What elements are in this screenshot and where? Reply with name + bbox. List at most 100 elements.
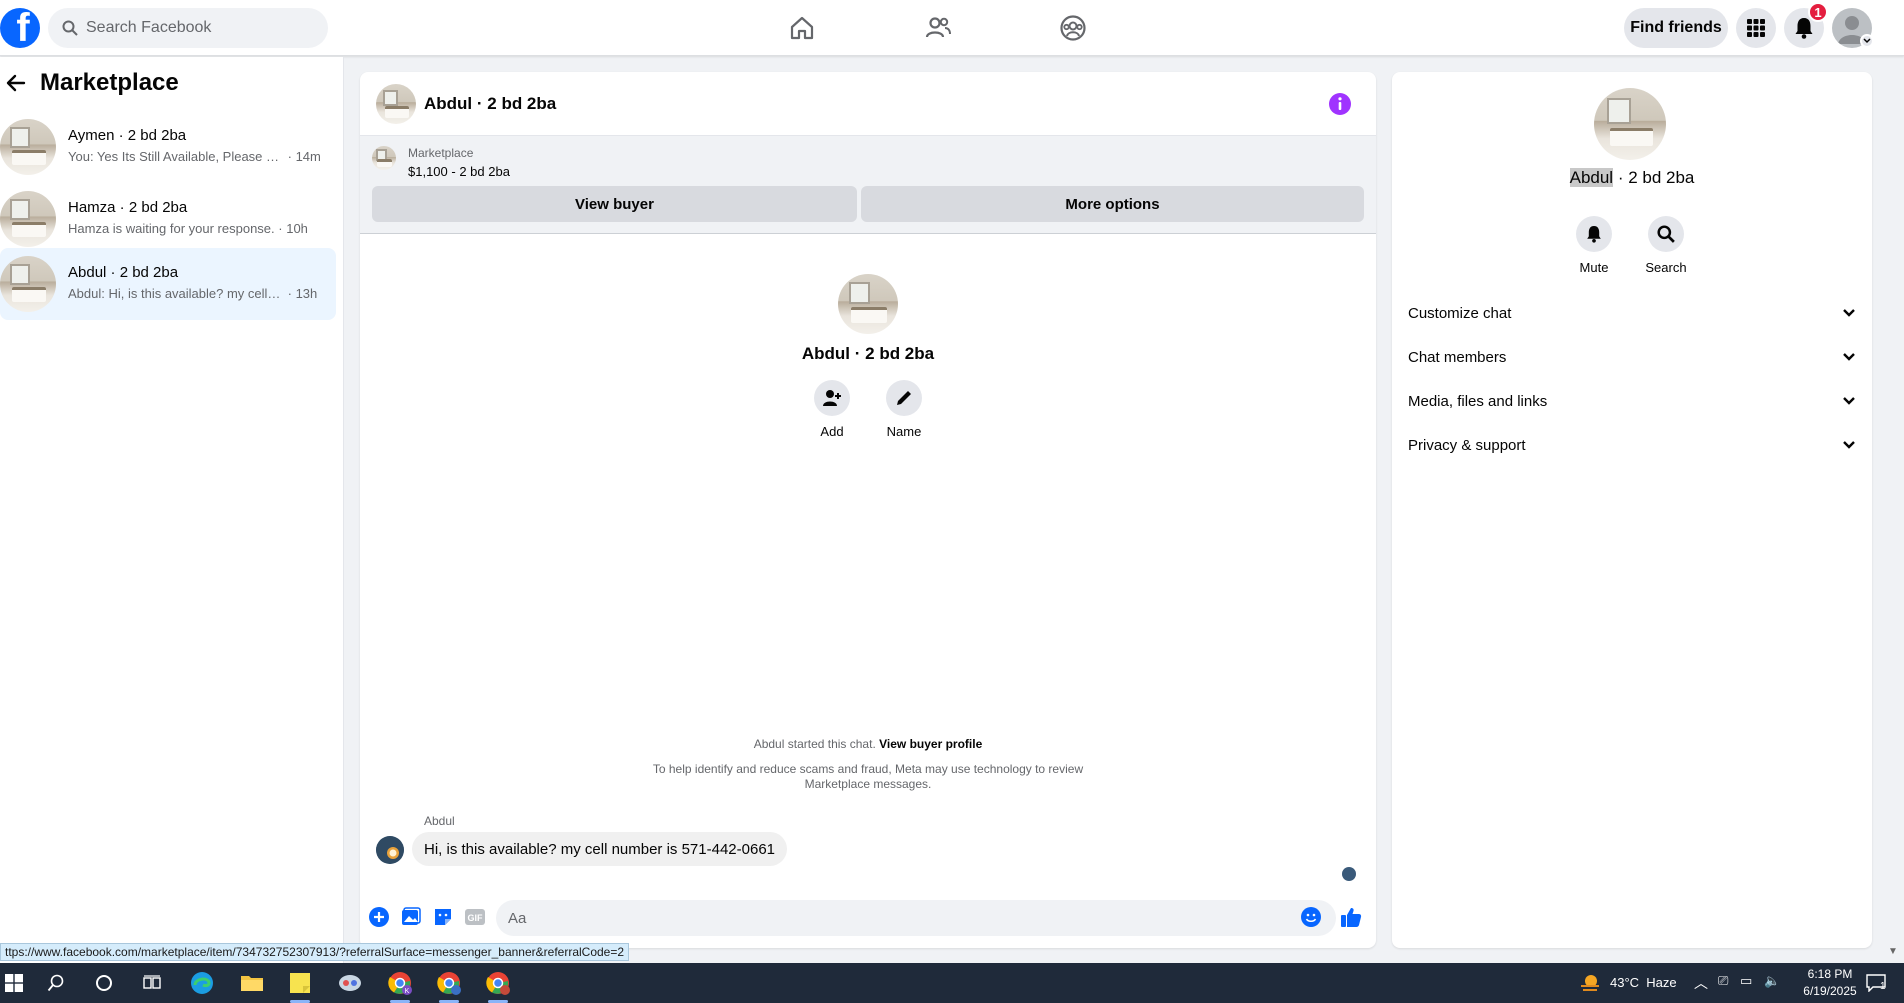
menu-grid-icon[interactable] xyxy=(1736,8,1776,48)
sticker-icon[interactable] xyxy=(432,906,454,928)
details-name-highlighted: Abdul xyxy=(1569,168,1614,187)
profile-name: Abdul · 2 bd 2ba xyxy=(801,344,935,363)
details-name-rest: · 2 bd 2ba xyxy=(1613,168,1695,187)
photo-icon[interactable] xyxy=(400,906,422,928)
plus-circle-icon[interactable] xyxy=(368,906,390,928)
scam-notice-line-2: Marketplace messages. xyxy=(804,777,932,791)
message-input[interactable] xyxy=(508,909,1288,927)
scroll-down-arrow-icon[interactable]: ▼ xyxy=(1888,946,1900,958)
mute-button[interactable]: Mute xyxy=(1564,216,1624,275)
view-buyer-profile-link[interactable]: View buyer profile xyxy=(879,737,982,751)
chrome-profile-3-icon[interactable] xyxy=(484,969,512,997)
volume-icon[interactable]: 🔈 xyxy=(1764,973,1780,989)
groups-icon[interactable] xyxy=(1057,12,1089,44)
listing-thumbnail xyxy=(372,146,396,170)
listing-thumbnail xyxy=(0,119,56,175)
search-icon xyxy=(62,20,78,36)
page-title: Marketplace xyxy=(40,69,179,96)
taskbar-search-icon[interactable] xyxy=(42,969,70,997)
chrome-profile-k-icon[interactable]: K xyxy=(386,969,414,997)
chat-started-text: Abdul started this chat. xyxy=(753,737,876,751)
action-center-count: 1 xyxy=(1880,981,1886,992)
info-icon[interactable] xyxy=(1328,92,1352,116)
message-bubble[interactable]: Hi, is this available? my cell number is… xyxy=(412,832,788,866)
edit-name-button[interactable]: Name xyxy=(886,380,922,439)
search-input[interactable] xyxy=(86,19,306,37)
task-view-icon[interactable] xyxy=(138,969,166,997)
chevron-up-icon[interactable]: ︿ xyxy=(1694,973,1708,993)
chat-details-panel: Abdul · 2 bd 2ba Mute Search Customize c… xyxy=(1392,72,1872,948)
clock-date[interactable]: 6/19/2025 xyxy=(1800,984,1860,998)
snippet-text: Hamza is waiting for your response. xyxy=(68,221,275,236)
view-buyer-button[interactable]: View buyer xyxy=(372,186,857,222)
sticky-notes-icon[interactable] xyxy=(286,969,314,997)
snipping-tool-icon[interactable] xyxy=(336,969,364,997)
edge-browser-icon[interactable] xyxy=(188,969,216,997)
more-options-button[interactable]: More options xyxy=(861,186,1364,222)
thumbs-up-icon[interactable] xyxy=(1340,906,1362,928)
search-in-chat-button[interactable]: Search xyxy=(1636,216,1696,275)
conversation-item[interactable]: Aymen · 2 bd 2ba You: Yes Its Still Avai… xyxy=(0,111,336,183)
windows-taskbar: K 43°C Haze ︿ ⎚ ▭ 🔈 6:18 PM 6/19/2025 1 xyxy=(0,963,1904,1003)
section-label: Media, files and links xyxy=(1408,392,1548,410)
notification-badge: 1 xyxy=(1808,2,1828,22)
bell-icon xyxy=(1587,226,1601,243)
chat-members-section[interactable]: Chat members xyxy=(1400,335,1864,379)
snippet-text: You: Yes Its Still Available, Please Se.… xyxy=(68,149,284,164)
emoji-icon[interactable] xyxy=(1300,906,1322,928)
conversation-snippet: Hamza is waiting for your response. · 10… xyxy=(68,221,308,236)
snippet-time: · 14m xyxy=(287,149,321,164)
windows-start-icon[interactable] xyxy=(0,969,28,997)
weather-icon[interactable] xyxy=(1576,969,1604,997)
cortana-icon[interactable] xyxy=(90,969,118,997)
meet-now-icon[interactable]: ⎚ xyxy=(1718,973,1728,989)
find-friends-button[interactable]: Find friends xyxy=(1624,8,1728,48)
search-bar[interactable] xyxy=(48,8,328,48)
snippet-text: Abdul: Hi, is this available? my cell n.… xyxy=(68,286,284,301)
file-explorer-icon[interactable] xyxy=(238,969,266,997)
clock-time[interactable]: 6:18 PM xyxy=(1800,967,1860,981)
media-files-links-section[interactable]: Media, files and links xyxy=(1400,379,1864,423)
customize-chat-section[interactable]: Customize chat xyxy=(1400,291,1864,335)
mute-label: Mute xyxy=(1579,260,1609,275)
weather-temperature[interactable]: 43°C Haze xyxy=(1610,975,1677,990)
top-navigation-bar: f Find friends 1 xyxy=(0,0,1904,56)
home-icon[interactable] xyxy=(786,12,818,44)
gif-icon[interactable]: GIF xyxy=(464,906,486,928)
chat-listing-thumbnail[interactable] xyxy=(376,84,416,124)
seen-indicator-avatar xyxy=(1342,867,1356,881)
chevron-down-icon[interactable] xyxy=(1860,34,1874,48)
message-composer: GIF xyxy=(360,894,1376,942)
chrome-profile-2-icon[interactable] xyxy=(435,969,463,997)
conversation-item-active[interactable]: Abdul · 2 bd 2ba Abdul: Hi, is this avai… xyxy=(0,248,336,320)
scam-notice-line-1: To help identify and reduce scams and fr… xyxy=(652,762,1084,776)
section-label: Chat members xyxy=(1408,348,1507,366)
conversation-name: Aymen · 2 bd 2ba xyxy=(68,127,187,144)
conversation-name: Abdul · 2 bd 2ba xyxy=(68,264,179,281)
chat-profile-summary: Abdul · 2 bd 2ba Add Name xyxy=(360,274,1376,439)
marketplace-listing-bar: Marketplace $1,100 - 2 bd 2ba View buyer… xyxy=(360,136,1376,234)
temperature-text: 43°C xyxy=(1610,975,1640,990)
friends-icon[interactable] xyxy=(922,12,954,44)
message-sender: Abdul xyxy=(424,814,455,828)
message-input-field[interactable] xyxy=(496,900,1336,936)
details-thumbnail xyxy=(1594,88,1666,160)
chevron-down-icon xyxy=(1843,397,1855,405)
conversation-name: Hamza · 2 bd 2ba xyxy=(68,199,188,216)
conversation-item[interactable]: Hamza · 2 bd 2ba Hamza is waiting for yo… xyxy=(0,183,336,255)
chevron-down-icon xyxy=(1843,309,1855,317)
facebook-logo[interactable]: f xyxy=(0,8,40,48)
network-icon[interactable]: ▭ xyxy=(1740,973,1752,989)
back-arrow-icon[interactable] xyxy=(6,73,26,93)
search-icon xyxy=(1657,225,1675,243)
chat-window: Abdul · 2 bd 2ba Marketplace $1,100 - 2 … xyxy=(360,72,1376,948)
search-label: Search xyxy=(1645,260,1687,275)
snippet-time: · 10h xyxy=(278,221,308,236)
add-button[interactable]: Add xyxy=(814,380,850,439)
panel-header: Marketplace xyxy=(6,69,179,97)
sender-avatar[interactable] xyxy=(376,836,404,864)
section-label: Customize chat xyxy=(1408,304,1512,322)
listing-price[interactable]: $1,100 - 2 bd 2ba xyxy=(408,164,510,179)
chat-title[interactable]: Abdul · 2 bd 2ba xyxy=(424,94,556,114)
privacy-support-section[interactable]: Privacy & support xyxy=(1400,423,1864,467)
